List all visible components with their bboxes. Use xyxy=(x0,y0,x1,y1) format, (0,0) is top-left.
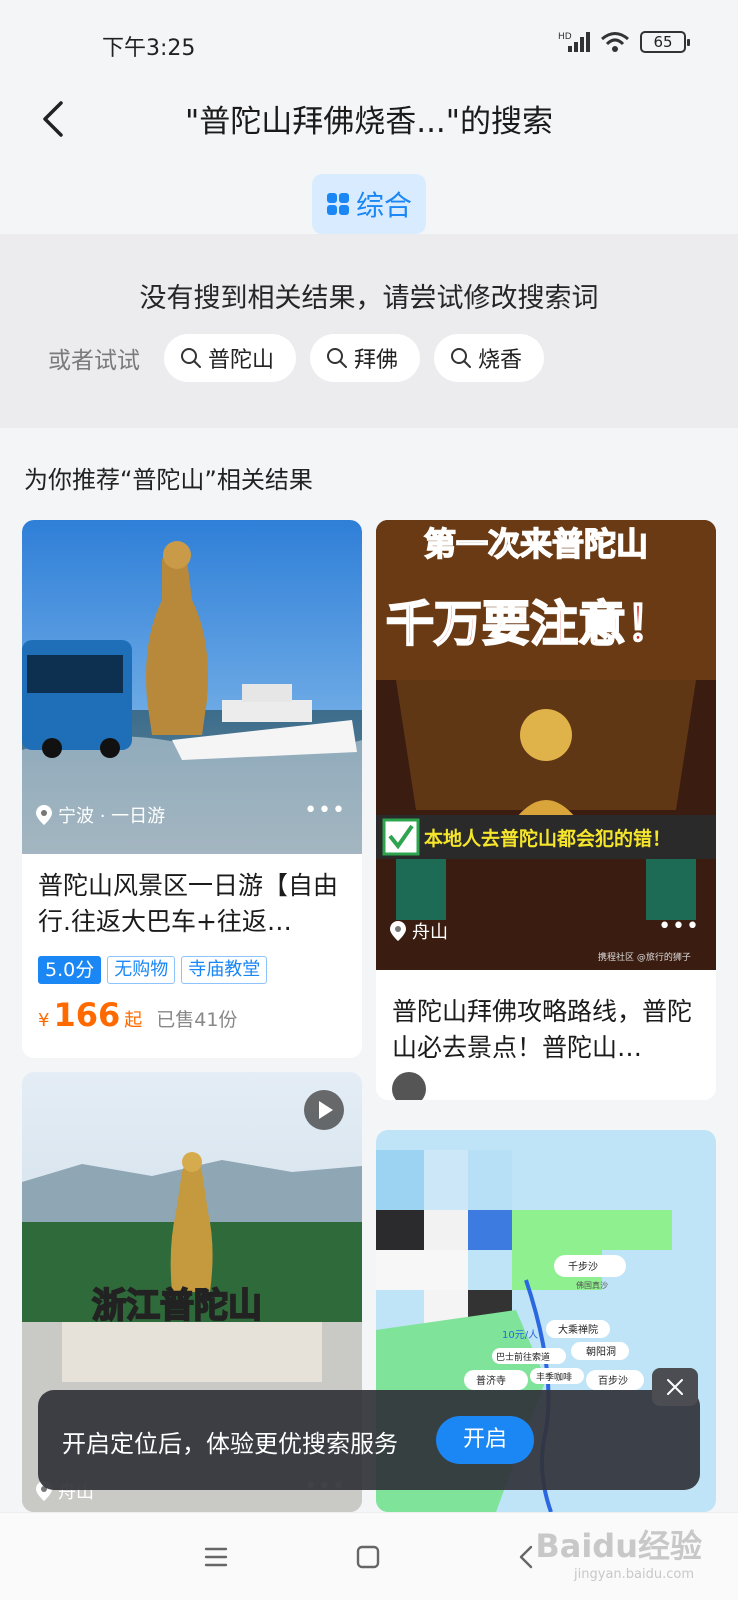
more-options-icon[interactable]: ••• xyxy=(304,798,346,823)
battery-icon: 65 xyxy=(640,31,690,53)
search-icon xyxy=(327,348,348,368)
article-cover-image: 第一次来普陀山 千万要注意！ 本地人去普陀山都会犯的错！ 携程社区 @旅行的狮子 xyxy=(376,520,716,970)
tag-no-shopping: 无购物 xyxy=(107,956,176,984)
svg-text:本地人去普陀山都会犯的错！: 本地人去普陀山都会犯的错！ xyxy=(424,827,671,850)
article-card[interactable]: 第一次来普陀山 千万要注意！ 本地人去普陀山都会犯的错！ 携程社区 @旅行的狮子… xyxy=(376,520,716,1100)
price-value: 166 xyxy=(53,996,121,1034)
tag-temple: 寺庙教堂 xyxy=(181,956,268,984)
svg-text:浙江普陀山: 浙江普陀山 xyxy=(92,1286,262,1326)
card-title: 普陀山风景区一日游【自由行.往返大巴车+往返… xyxy=(38,871,339,936)
svg-text:普济寺: 普济寺 xyxy=(476,1374,506,1387)
suggestion-chip-putuoshan[interactable]: 普陀山 xyxy=(164,334,297,382)
svg-text:巴士前往索道: 巴士前往索道 xyxy=(496,1351,550,1363)
no-result-panel: 没有搜到相关结果，请尝试修改搜索词 或者试试 普陀山 拜佛 烧香 xyxy=(0,234,738,428)
location-permission-toast: 开启定位后，体验更优搜索服务 开启 xyxy=(38,1368,700,1490)
suggestion-chip-label: 烧香 xyxy=(478,348,523,373)
system-nav-bar: Baidu经验 jingyan.baidu.com xyxy=(0,1512,738,1600)
play-icon xyxy=(319,1101,333,1119)
status-bar: 下午3:25 HD 65 xyxy=(0,0,738,84)
no-result-message: 没有搜到相关结果，请尝试修改搜索词 xyxy=(139,283,599,314)
home-button[interactable] xyxy=(348,1537,388,1577)
price-currency: ¥ xyxy=(38,1010,50,1031)
tag-row: 5.0分 无购物 寺庙教堂 xyxy=(38,956,268,984)
more-options-icon[interactable]: ••• xyxy=(658,914,700,939)
svg-text:千步沙: 千步沙 xyxy=(568,1261,598,1273)
tour-card[interactable]: 宁波 · 一日游 ••• 普陀山风景区一日游【自由行.往返大巴车+往返… 5.0… xyxy=(22,520,362,1058)
tab-all[interactable]: 综合 xyxy=(312,174,426,234)
signal-icon: HD xyxy=(558,32,590,52)
wifi-icon xyxy=(601,32,629,52)
header: "普陀山拜佛烧香..."的搜索 综合 xyxy=(0,84,738,234)
svg-text:佛国真沙: 佛国真沙 xyxy=(576,1280,608,1290)
suggestion-chip-baifo[interactable]: 拜佛 xyxy=(310,334,421,382)
play-button[interactable] xyxy=(304,1090,344,1130)
svg-text:10元/人: 10元/人 xyxy=(502,1329,538,1341)
location-label: 舟山 xyxy=(412,922,448,943)
suggestion-chip-label: 拜佛 xyxy=(354,348,399,373)
baidu-watermark: Baidu经验 xyxy=(535,1527,702,1565)
menu-icon xyxy=(204,1547,228,1567)
grid-icon xyxy=(326,193,349,215)
menu-button[interactable] xyxy=(196,1537,236,1577)
svg-text:大乘禅院: 大乘禅院 xyxy=(558,1323,598,1336)
price-row: ¥ 166 起 已售41份 xyxy=(38,996,237,1034)
svg-text:第一次来普陀山: 第一次来普陀山 xyxy=(424,525,648,563)
search-icon xyxy=(181,348,201,368)
card-title: 普陀山拜佛攻略路线，普陀山必去景点！普陀山… xyxy=(392,997,693,1062)
svg-text:丰季咖啡: 丰季咖啡 xyxy=(536,1371,572,1383)
enable-location-button[interactable]: 开启 xyxy=(436,1416,534,1464)
svg-text:携程社区 @旅行的狮子: 携程社区 @旅行的狮子 xyxy=(598,951,691,963)
try-label: 或者试试 xyxy=(48,348,140,374)
baidu-watermark-url: jingyan.baidu.com xyxy=(574,1567,694,1582)
svg-text:千万要注意！: 千万要注意！ xyxy=(386,596,674,652)
location-tag: 宁波 · 一日游 xyxy=(36,802,165,828)
location-pin-icon xyxy=(390,921,406,941)
author-avatar[interactable] xyxy=(392,1072,426,1100)
page-title: "普陀山拜佛烧香..."的搜索 xyxy=(184,104,554,140)
suggestion-chip-label: 普陀山 xyxy=(208,348,275,373)
search-icon xyxy=(451,348,472,368)
suggestion-chip-shaoxiang[interactable]: 烧香 xyxy=(434,334,545,382)
back-triangle-icon xyxy=(519,1545,533,1569)
back-button[interactable] xyxy=(28,94,78,144)
price-unit: 起 xyxy=(124,1010,143,1031)
suggestion-row: 或者试试 普陀山 拜佛 烧香 xyxy=(48,334,545,382)
close-toast-button[interactable] xyxy=(652,1368,698,1406)
svg-text:朝阳洞: 朝阳洞 xyxy=(586,1346,616,1358)
svg-text:百步沙: 百步沙 xyxy=(598,1375,628,1387)
recommend-title: 为你推荐“普陀山”相关结果 xyxy=(24,466,313,494)
svg-text:HD: HD xyxy=(558,32,572,42)
location-label: 宁波 · 一日游 xyxy=(58,806,166,827)
back-arrow-icon xyxy=(43,101,63,137)
status-time: 下午3:25 xyxy=(102,36,196,61)
status-icons: HD 65 xyxy=(558,30,690,54)
close-icon xyxy=(667,1379,683,1395)
home-square-icon xyxy=(356,1545,380,1569)
score-badge: 5.0分 xyxy=(38,956,102,984)
location-pin-icon xyxy=(36,805,52,825)
toast-message: 开启定位后，体验更优搜索服务 xyxy=(62,1430,398,1458)
location-tag: 舟山 xyxy=(390,918,448,944)
sold-count: 已售41份 xyxy=(156,1009,238,1031)
tab-all-label: 综合 xyxy=(355,189,412,222)
